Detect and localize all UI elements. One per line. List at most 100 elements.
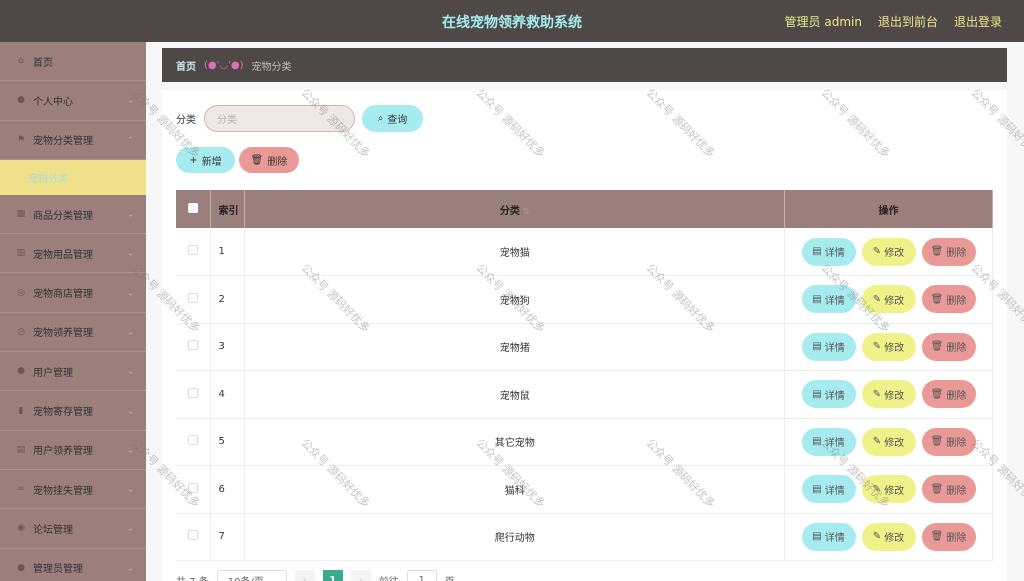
query-button-label: 查询: [387, 115, 408, 126]
sidebar-item-profile[interactable]: ● 个人中心 ⌄: [0, 81, 146, 121]
sidebar-item-label: 首页: [33, 57, 53, 69]
prev-page-button[interactable]: ‹: [294, 570, 315, 581]
page-size-select[interactable]: 10条/页: [216, 570, 287, 581]
edit-button[interactable]: ✎ 修改: [861, 380, 916, 409]
document-icon: ▤: [16, 444, 26, 455]
admin-label: 管理员 admin: [784, 15, 862, 29]
flag-icon: ⚑: [16, 134, 26, 145]
row-checkbox[interactable]: [188, 340, 199, 351]
bar-chart-icon: ▮: [18, 405, 24, 416]
query-button[interactable]: ⌕ 查询: [362, 105, 423, 132]
page-number[interactable]: 1: [322, 570, 343, 581]
delete-button-label: 删除: [267, 156, 288, 168]
trash-icon: 🗑: [930, 436, 944, 448]
sidebar-item-label: 宠物商店管理: [33, 289, 93, 301]
sidebar-item-user-adoption[interactable]: ▤ 用户领养管理 ⌄: [0, 431, 146, 470]
plus-icon: +: [189, 154, 198, 166]
detail-label: 详情: [824, 248, 845, 259]
sidebar-item-forum[interactable]: ◉ 论坛管理 ⌄: [0, 509, 146, 549]
search-label: 分类: [176, 115, 196, 126]
row-checkbox[interactable]: [188, 387, 199, 398]
sidebar: ⌂ 首页 ● 个人中心 ⌄ ⚑ 宠物分类管理 ⌃ 宠物分类 ▦ 商品分类管理 ⌄ ▥ 宠物用品管…: [0, 42, 146, 581]
row-select-cell: [176, 370, 212, 419]
detail-button[interactable]: ▤ 详情: [801, 332, 856, 361]
row-select-cell: [176, 228, 212, 276]
row-checkbox[interactable]: [188, 530, 199, 541]
sidebar-item-goods-category[interactable]: ▦ 商品分类管理 ⌄: [0, 195, 146, 235]
document-icon: ▤: [812, 341, 822, 353]
row-checkbox[interactable]: [188, 482, 199, 493]
pencil-icon: ✎: [872, 293, 882, 305]
add-button[interactable]: + 新增: [176, 147, 235, 173]
sidebar-item-pet-adoption[interactable]: ◷ 宠物领养管理 ⌄: [0, 313, 146, 353]
row-category: 其它宠物: [244, 418, 785, 466]
row-checkbox[interactable]: [188, 245, 199, 255]
table-row: 3 宠物猪 ▤ 详情 ✎ 修改 🗑 删除: [176, 323, 993, 371]
row-ops: ▤ 详情 ✎ 修改 🗑 删除: [784, 418, 993, 466]
chevron-down-icon: ⌄: [127, 209, 134, 219]
pencil-icon: ✎: [872, 531, 882, 543]
chevron-down-icon: ⌄: [127, 248, 134, 258]
batch-delete-button[interactable]: 🗑 删除: [239, 147, 299, 173]
edit-button[interactable]: ✎ 修改: [861, 427, 916, 456]
main-content: 首页 (●'◡'●) 宠物分类 分类 分类 ⌕ 查询 + 新增 🗑 删除 索引 分类 ⇅…: [146, 42, 1024, 581]
delete-button[interactable]: 🗑 删除: [921, 522, 976, 551]
logout-link[interactable]: 退出登录: [954, 13, 1002, 30]
edit-button[interactable]: ✎ 修改: [861, 237, 916, 266]
detail-button[interactable]: ▤ 详情: [801, 475, 856, 504]
select-all-checkbox[interactable]: [188, 202, 199, 213]
back-to-front-link[interactable]: 退出到前台: [878, 13, 938, 30]
goto-prefix: 前往: [379, 573, 399, 581]
document-icon: ▤: [812, 436, 822, 448]
sidebar-subitem-pet-category[interactable]: 宠物分类: [0, 159, 146, 195]
delete-button[interactable]: 🗑 删除: [921, 427, 976, 456]
sidebar-item-label: 管理员管理: [33, 564, 83, 576]
row-select-cell: [176, 323, 212, 371]
sidebar-item-home[interactable]: ⌂ 首页: [0, 42, 146, 82]
delete-button[interactable]: 🗑 删除: [921, 380, 976, 409]
edit-label: 修改: [884, 485, 905, 497]
remove-label: 删除: [946, 295, 967, 307]
category-search-input[interactable]: 分类: [204, 105, 355, 132]
table-row: 7 爬行动物 ▤ 详情 ✎ 修改 🗑 删除: [176, 513, 993, 561]
row-checkbox[interactable]: [188, 292, 199, 303]
sidebar-item-pet-storage[interactable]: ▮ 宠物寄存管理 ⌄: [0, 391, 146, 431]
delete-button[interactable]: 🗑 删除: [921, 332, 976, 361]
next-page-button[interactable]: ›: [350, 570, 371, 581]
document-icon: ▤: [812, 531, 822, 543]
sidebar-item-pet-supplies[interactable]: ▥ 宠物用品管理 ⌄: [0, 234, 146, 274]
trash-icon: 🗑: [930, 388, 944, 400]
breadcrumb-home[interactable]: 首页: [176, 58, 196, 73]
row-select-cell: [176, 418, 212, 466]
sidebar-item-pet-category[interactable]: ⚑ 宠物分类管理 ⌃: [0, 121, 146, 160]
edit-button[interactable]: ✎ 修改: [861, 522, 916, 551]
sidebar-item-users[interactable]: ● 用户管理 ⌄: [0, 352, 146, 392]
sidebar-item-pet-lost[interactable]: ∞ 宠物挂失管理 ⌄: [0, 470, 146, 510]
detail-button[interactable]: ▤ 详情: [801, 522, 856, 551]
header-category-label: 分类: [499, 205, 520, 217]
row-index: 7: [210, 513, 246, 561]
breadcrumb: 首页 (●'◡'●) 宠物分类: [162, 48, 1007, 82]
detail-button[interactable]: ▤ 详情: [801, 427, 856, 456]
sidebar-item-admins[interactable]: ● 管理员管理 ⌄: [0, 549, 146, 581]
sidebar-item-pet-shop[interactable]: ◎ 宠物商店管理 ⌄: [0, 273, 146, 313]
sidebar-item-label: 宠物分类管理: [33, 136, 93, 148]
table-row: 2 宠物狗 ▤ 详情 ✎ 修改 🗑 删除: [176, 275, 993, 324]
detail-button[interactable]: ▤ 详情: [801, 237, 856, 266]
detail-button[interactable]: ▤ 详情: [801, 380, 856, 409]
sort-icon[interactable]: ⇅: [523, 207, 530, 216]
detail-label: 详情: [824, 343, 845, 355]
detail-button[interactable]: ▤ 详情: [801, 285, 856, 314]
delete-button[interactable]: 🗑 删除: [921, 285, 976, 314]
goto-page-input[interactable]: 1: [406, 570, 437, 581]
row-checkbox[interactable]: [188, 435, 199, 446]
edit-button[interactable]: ✎ 修改: [861, 285, 916, 314]
edit-button[interactable]: ✎ 修改: [861, 475, 916, 504]
delete-button[interactable]: 🗑 删除: [921, 237, 976, 266]
header-category[interactable]: 分类 ⇅: [244, 190, 785, 228]
compass-icon: ◉: [17, 523, 25, 534]
row-category: 宠物狗: [244, 275, 785, 324]
edit-button[interactable]: ✎ 修改: [861, 332, 916, 361]
delete-button[interactable]: 🗑 删除: [921, 475, 976, 504]
pencil-icon: ✎: [872, 436, 882, 448]
